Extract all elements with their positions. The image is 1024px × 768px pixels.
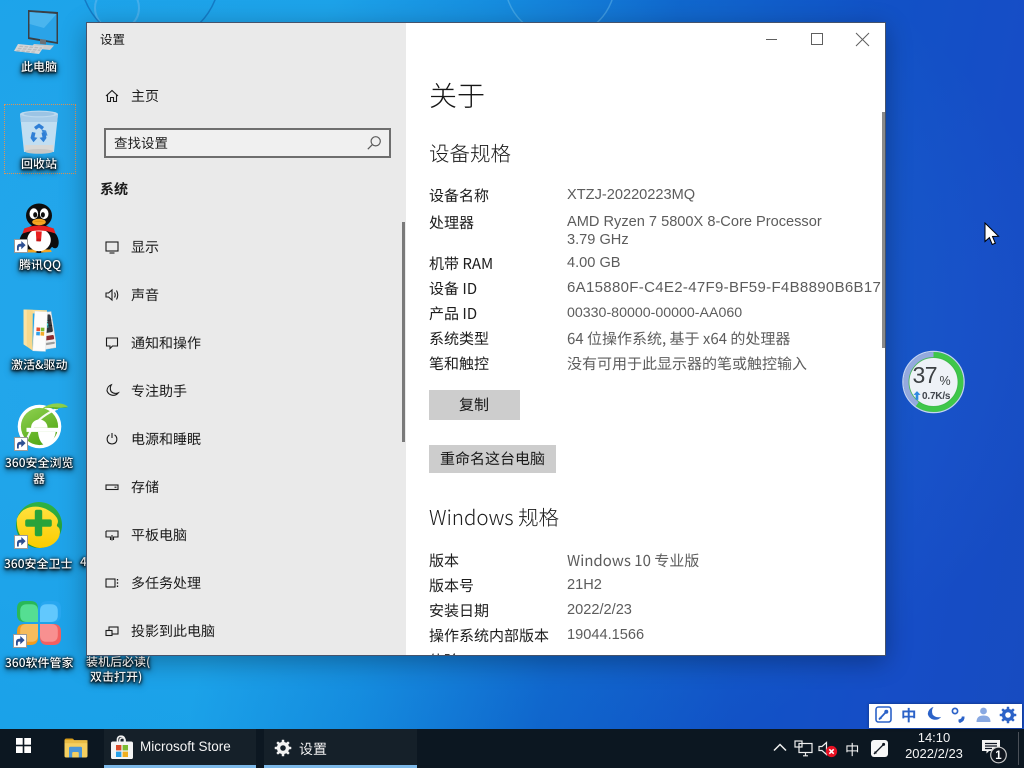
svg-text:1: 1 <box>995 750 1002 762</box>
